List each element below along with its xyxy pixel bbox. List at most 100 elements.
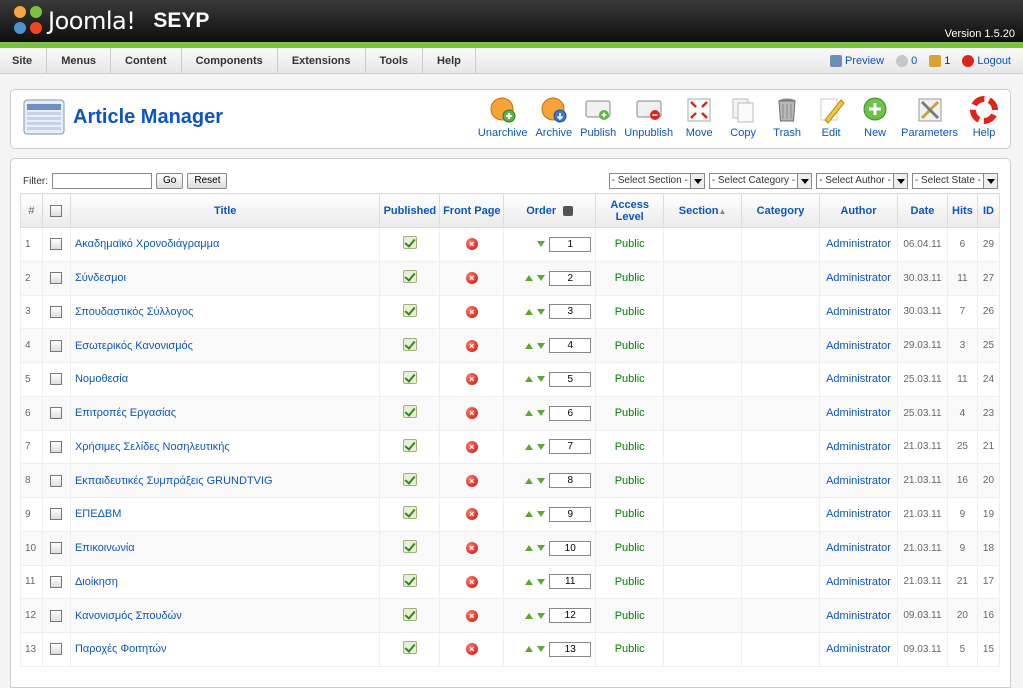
row-checkbox[interactable] — [50, 272, 63, 285]
col-access[interactable]: Access Level — [595, 193, 665, 228]
row-checkbox[interactable] — [50, 440, 63, 453]
article-title-link[interactable]: Κανονισμός Σπουδών — [75, 610, 182, 622]
published-check-icon[interactable] — [402, 270, 417, 284]
not-frontpage-x-icon[interactable]: × — [465, 272, 478, 285]
published-check-icon[interactable] — [402, 472, 417, 486]
access-level-link[interactable]: Public — [615, 475, 645, 487]
access-level-link[interactable]: Public — [615, 643, 645, 655]
not-frontpage-x-icon[interactable]: × — [465, 542, 478, 555]
order-input[interactable] — [549, 371, 592, 387]
author-link[interactable]: Administrator — [826, 508, 891, 520]
move-up-icon[interactable] — [525, 477, 534, 484]
article-title-link[interactable]: Νομοθεσία — [75, 373, 128, 385]
select-author[interactable]: - Select Author - — [816, 173, 908, 189]
published-check-icon[interactable] — [402, 371, 417, 385]
move-up-icon[interactable] — [525, 545, 534, 552]
article-title-link[interactable]: ΕΠΕΔΒΜ — [75, 508, 121, 520]
messages-link[interactable]: 0 — [896, 55, 917, 67]
trash-button[interactable]: Trash — [765, 96, 809, 139]
row-checkbox[interactable] — [50, 575, 63, 588]
select-all-checkbox[interactable] — [50, 204, 63, 217]
order-input[interactable] — [549, 405, 592, 421]
move-down-icon[interactable] — [537, 308, 546, 315]
copy-button[interactable]: Copy — [721, 96, 765, 139]
not-frontpage-x-icon[interactable]: × — [465, 373, 478, 386]
order-input[interactable] — [549, 574, 592, 590]
article-title-link[interactable]: Ακαδημαϊκό Χρονοδιάγραμμα — [75, 238, 219, 250]
not-frontpage-x-icon[interactable]: × — [465, 305, 478, 318]
col-front-page[interactable]: Front Page — [439, 193, 505, 228]
col-section[interactable]: Section▲ — [663, 193, 743, 228]
preview-link[interactable]: Preview — [829, 55, 884, 67]
published-check-icon[interactable] — [402, 405, 417, 419]
menu-help[interactable]: Help — [423, 48, 476, 73]
access-level-link[interactable]: Public — [615, 306, 645, 318]
unarchive-button[interactable]: Unarchive — [474, 96, 532, 139]
order-input[interactable] — [549, 304, 592, 320]
move-up-icon[interactable] — [525, 578, 534, 585]
article-title-link[interactable]: Παροχές Φοιτητών — [75, 643, 167, 655]
row-checkbox[interactable] — [50, 643, 63, 656]
row-checkbox[interactable] — [50, 508, 63, 521]
published-check-icon[interactable] — [402, 641, 417, 655]
move-up-icon[interactable] — [525, 410, 534, 417]
parameters-button[interactable]: Parameters — [897, 96, 962, 139]
menu-tools[interactable]: Tools — [366, 48, 424, 73]
author-link[interactable]: Administrator — [826, 475, 891, 487]
reset-button[interactable]: Reset — [187, 173, 228, 189]
col-date[interactable]: Date — [896, 193, 948, 228]
not-frontpage-x-icon[interactable]: × — [465, 474, 478, 487]
publish-button[interactable]: Publish — [576, 96, 620, 139]
access-level-link[interactable]: Public — [615, 373, 645, 385]
col-order[interactable]: Order — [503, 193, 597, 228]
col-select-all[interactable] — [41, 193, 71, 228]
col-published[interactable]: Published — [379, 193, 441, 228]
move-down-icon[interactable] — [537, 511, 546, 518]
col-author[interactable]: Author — [818, 193, 898, 228]
save-order-icon[interactable] — [563, 205, 574, 216]
menu-components[interactable]: Components — [182, 48, 278, 73]
access-level-link[interactable]: Public — [615, 340, 645, 352]
author-link[interactable]: Administrator — [826, 576, 891, 588]
order-input[interactable] — [549, 270, 592, 286]
select-section[interactable]: - Select Section - — [608, 173, 705, 189]
not-frontpage-x-icon[interactable]: × — [465, 238, 478, 251]
order-input[interactable] — [549, 439, 592, 455]
published-check-icon[interactable] — [402, 573, 417, 587]
article-title-link[interactable]: Χρήσιμες Σελίδες Νοσηλευτικής — [75, 441, 230, 453]
menu-content[interactable]: Content — [111, 48, 182, 73]
move-down-icon[interactable] — [537, 545, 546, 552]
col-category[interactable]: Category — [741, 193, 820, 228]
article-title-link[interactable]: Εσωτερικός Κανονισμός — [75, 340, 193, 352]
select-state[interactable]: - Select State - — [911, 173, 998, 189]
go-button[interactable]: Go — [156, 173, 184, 189]
order-input[interactable] — [549, 338, 592, 354]
archive-button[interactable]: Archive — [531, 96, 576, 139]
author-link[interactable]: Administrator — [826, 542, 891, 554]
move-up-icon[interactable] — [525, 612, 534, 619]
edit-button[interactable]: Edit — [809, 96, 853, 139]
move-up-icon[interactable] — [525, 443, 534, 450]
row-checkbox[interactable] — [50, 474, 63, 487]
logout-link[interactable]: Logout — [962, 55, 1011, 67]
access-level-link[interactable]: Public — [615, 407, 645, 419]
move-down-icon[interactable] — [537, 241, 546, 248]
access-level-link[interactable]: Public — [615, 542, 645, 554]
move-up-icon[interactable] — [525, 376, 534, 383]
access-level-link[interactable]: Public — [615, 576, 645, 588]
joomla-logo[interactable]: Joomla! SEYP — [14, 6, 209, 36]
author-link[interactable]: Administrator — [826, 643, 891, 655]
not-frontpage-x-icon[interactable]: × — [465, 508, 478, 521]
author-link[interactable]: Administrator — [826, 407, 891, 419]
access-level-link[interactable]: Public — [615, 441, 645, 453]
author-link[interactable]: Administrator — [826, 272, 891, 284]
move-down-icon[interactable] — [537, 612, 546, 619]
published-check-icon[interactable] — [402, 236, 417, 250]
row-checkbox[interactable] — [50, 339, 63, 352]
move-down-icon[interactable] — [537, 410, 546, 417]
unpublish-button[interactable]: Unpublish — [620, 96, 677, 139]
article-title-link[interactable]: Εκπαιδευτικές Συμπράξεις GRUNDTVIG — [75, 475, 273, 487]
published-check-icon[interactable] — [402, 540, 417, 554]
move-down-icon[interactable] — [537, 376, 546, 383]
move-down-icon[interactable] — [537, 477, 546, 484]
